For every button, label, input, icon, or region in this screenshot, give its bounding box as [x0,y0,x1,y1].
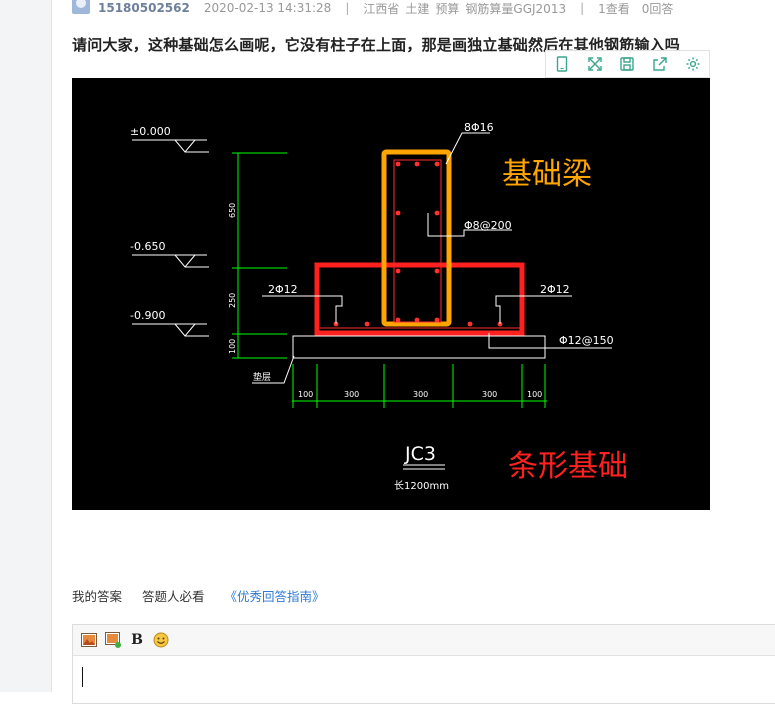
answer-count: 0回答 [641,1,674,16]
tag-2[interactable]: 钢筋算量GGJ2013 [465,0,566,17]
bold-icon[interactable]: B [129,632,145,648]
post-datetime: 2020-02-13 14:31:28 [203,1,332,15]
rebar-right-label: 2Φ12 [540,283,570,296]
cushion-label: 垫层 [253,371,271,383]
tag-0[interactable]: 土建 [405,0,429,17]
guide-link[interactable]: 《优秀回答指南》 [225,589,325,604]
location-tag[interactable]: 江西省 [363,0,399,17]
editor-toolbar: B [73,625,775,656]
annotation-strip-foundation: 条形基础 [508,449,628,484]
left-sidebar [0,0,52,692]
annotation-foundation-beam: 基础梁 [502,157,592,192]
cushion-layer [292,335,546,359]
share-icon[interactable] [650,54,670,74]
sidebar-divider [51,0,52,692]
question-meta: 15180502562 2020-02-13 14:31:28 | 江西省 土建… [72,0,673,16]
view-count: 1查看 [598,1,630,16]
fullscreen-icon[interactable] [585,54,605,74]
dim-h-0: 100 [298,390,313,399]
answer-editor: B [72,624,775,704]
username[interactable]: 15180502562 [98,1,190,15]
save-icon[interactable] [617,54,637,74]
text-caret[interactable] [82,667,83,687]
image-upload-icon[interactable] [105,632,121,648]
tab-must-read[interactable]: 答题人必看 [142,589,205,604]
dim-h-2: 300 [413,390,428,399]
tab-my-answer[interactable]: 我的答案 [72,589,122,604]
rebar-bottom-label: Φ12@150 [559,334,614,347]
meta-separator: | [345,1,350,15]
answer-tabs: 我的答案 答题人必看 《优秀回答指南》 [72,586,341,605]
rebar-left-label: 2Φ12 [268,283,298,296]
meta-separator: | [580,1,585,15]
question-image[interactable]: ±0.000 -0.650 -0.900 650 250 100 垫层 8Φ16… [72,78,710,510]
stirrup-label: Φ8@200 [464,219,512,232]
rebar-top-label: 8Φ16 [464,121,494,134]
dim-650: 650 [228,203,237,218]
settings-icon[interactable] [683,54,703,74]
mobile-icon[interactable] [552,54,572,74]
drawing-length: 长1200mm [394,480,449,492]
elevation-1: -0.650 [130,240,165,253]
dim-250: 250 [228,293,237,308]
avatar[interactable] [72,0,90,14]
dim-h-4: 100 [527,390,542,399]
image-toolbar [545,50,710,78]
beam-stirrup [393,159,442,323]
emoji-icon[interactable] [153,632,169,648]
dim-100: 100 [228,339,237,354]
image-icon[interactable] [81,632,97,648]
dim-h-1: 300 [344,390,359,399]
tag-1[interactable]: 预算 [435,0,459,17]
dim-h-3: 300 [482,390,497,399]
elevation-0: ±0.000 [130,125,171,138]
drawing-name: JC3 [404,443,436,465]
elevation-2: -0.900 [130,309,165,322]
cad-drawing: ±0.000 -0.650 -0.900 650 250 100 垫层 8Φ16… [130,121,628,492]
